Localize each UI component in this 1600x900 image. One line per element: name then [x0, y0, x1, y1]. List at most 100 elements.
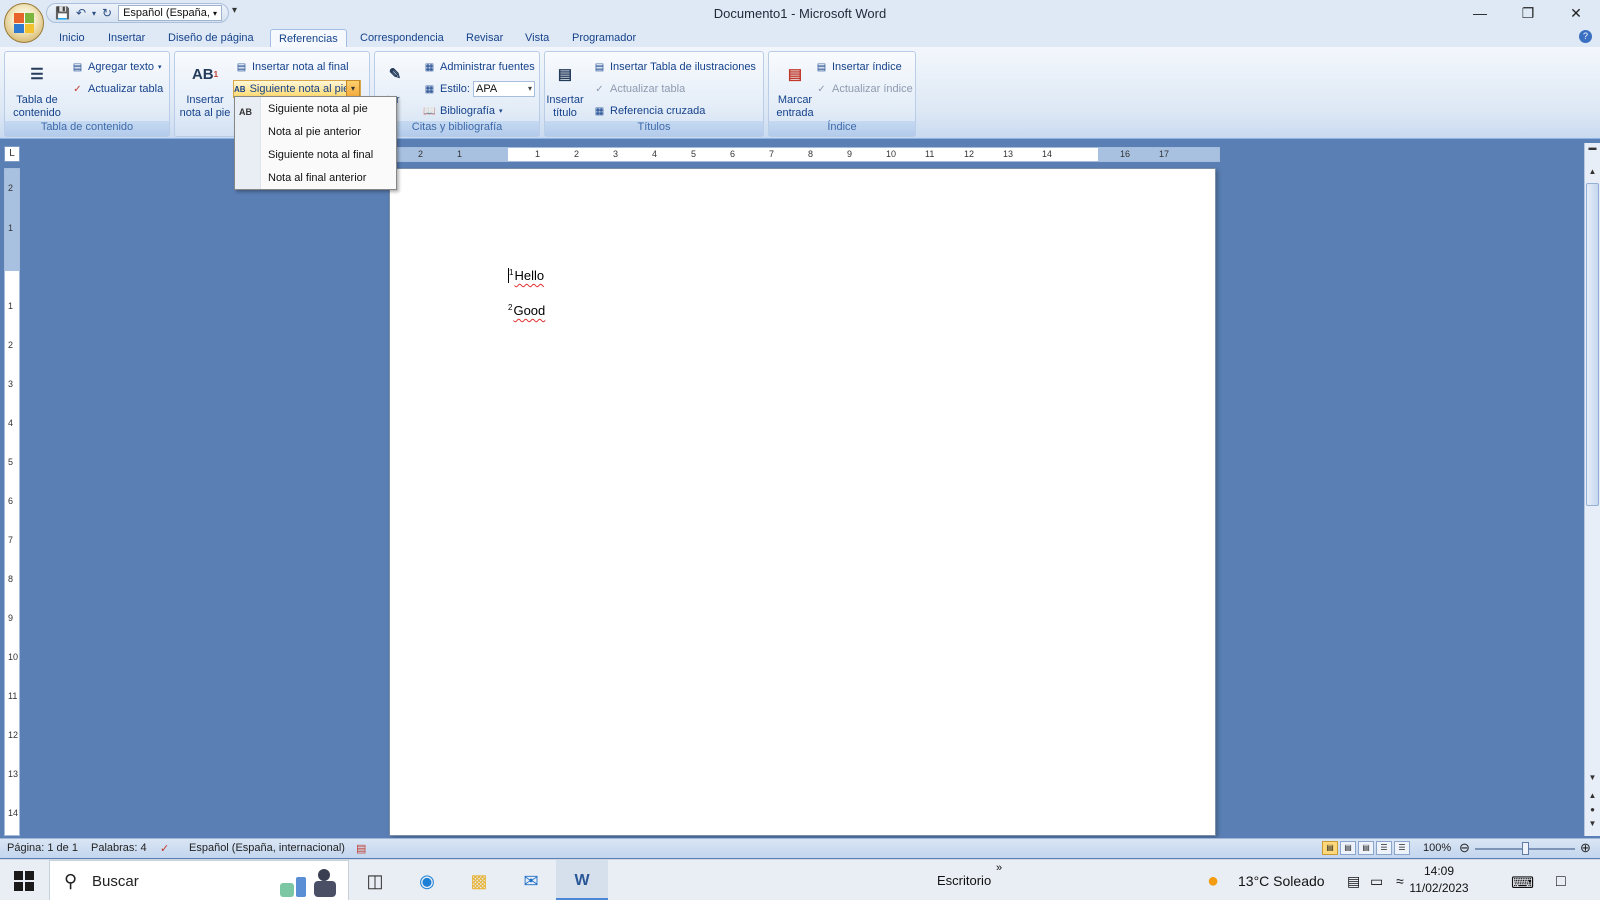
tab-revisar[interactable]: Revisar: [458, 29, 511, 48]
macro-record-icon[interactable]: ▤: [356, 842, 366, 855]
zoom-in-icon[interactable]: ⊕: [1580, 840, 1591, 856]
insert-caption-button[interactable]: ▤ Insertar título: [535, 58, 595, 120]
file-explorer-icon[interactable]: ▩: [466, 868, 492, 894]
mail-icon[interactable]: ✉: [518, 868, 544, 894]
full-screen-reading-view-icon[interactable]: ▤: [1340, 841, 1356, 855]
language-select-value: Español (España,: [123, 7, 210, 19]
language-select[interactable]: Español (España, ▾: [118, 5, 223, 21]
tab-programador[interactable]: Programador: [564, 29, 644, 48]
vertical-ruler[interactable]: 2 1 1 2 3 4 5 6 7 8 9 10 11 12 13 14: [4, 168, 20, 836]
ruler-tick-label: 12: [8, 730, 19, 740]
document-line-2[interactable]: 2Good: [508, 303, 545, 318]
insert-endnote-button[interactable]: ▤ Insertar nota al final: [235, 58, 349, 76]
word-count[interactable]: Palabras: 4: [91, 842, 147, 854]
scroll-split-icon[interactable]: ▬: [1585, 143, 1600, 157]
update-figures-table-button[interactable]: ✓ Actualizar tabla: [593, 80, 685, 98]
battery-tray-icon[interactable]: ▭: [1370, 873, 1383, 890]
horizontal-ruler[interactable]: 2 1 1 2 3 4 5 6 7 8 9 10 11 12 13 14 16 17: [390, 147, 1220, 162]
ruler-tick-label: 2: [8, 340, 14, 350]
group-captions: ▤ Insertar título ▤ Insertar Tabla de il…: [544, 51, 764, 137]
zoom-out-icon[interactable]: ⊖: [1459, 840, 1470, 856]
previous-page-icon[interactable]: ▲: [1585, 791, 1600, 805]
restore-button[interactable]: ❐: [1504, 0, 1552, 26]
next-page-icon[interactable]: ▼: [1585, 819, 1600, 833]
browse-object-icon[interactable]: ●: [1585, 805, 1600, 819]
clock-date: 11/02/2023: [1409, 881, 1469, 895]
task-view-icon[interactable]: ◫: [362, 868, 388, 894]
language-status[interactable]: Español (España, internacional): [189, 842, 345, 854]
outline-view-icon[interactable]: ☰: [1376, 841, 1392, 855]
next-footnote-label: Siguiente nota al pie: [249, 83, 350, 95]
office-logo-icon: [14, 13, 34, 33]
proofing-icon[interactable]: ✓: [160, 842, 169, 855]
notifications-icon[interactable]: □: [1556, 873, 1566, 891]
draft-view-icon[interactable]: ☰: [1394, 841, 1410, 855]
group-label-index: Índice: [769, 121, 915, 136]
keyboard-tray-icon[interactable]: ⌨: [1511, 873, 1534, 893]
web-layout-view-icon[interactable]: ▤: [1358, 841, 1374, 855]
zoom-slider-knob[interactable]: [1522, 842, 1529, 855]
mark-entry-label-2: entrada: [776, 107, 814, 119]
update-index-button[interactable]: ✓ Actualizar índice: [815, 80, 912, 98]
tab-selector[interactable]: L: [4, 146, 20, 162]
scroll-up-icon[interactable]: ▲: [1585, 167, 1600, 181]
network-tray-icon[interactable]: ▤: [1347, 873, 1360, 890]
style-select[interactable]: APA ▾: [473, 81, 535, 97]
vertical-scrollbar[interactable]: ▬ ▲ ▼ ▲ ● ▼: [1584, 143, 1600, 836]
manage-sources-button[interactable]: ▦ Administrar fuentes: [423, 58, 535, 76]
tab-diseno-pagina[interactable]: Diseño de página: [160, 29, 262, 48]
table-of-figures-icon: ▤: [594, 61, 605, 73]
insert-footnote-label-2: nota al pie: [179, 107, 231, 119]
help-icon[interactable]: ?: [1579, 30, 1592, 43]
desktop-toolbar-label[interactable]: Escritorio: [937, 873, 991, 888]
document-line-1[interactable]: 1Hello: [508, 268, 544, 283]
tab-insertar[interactable]: Insertar: [100, 29, 153, 48]
office-button[interactable]: [4, 3, 44, 43]
customize-qat-icon[interactable]: ▾: [232, 5, 237, 16]
undo-dropdown-icon[interactable]: ▾: [92, 9, 96, 18]
menu-item-next-footnote[interactable]: AB Siguiente nota al pie: [235, 98, 396, 120]
toolbar-overflow-icon[interactable]: »: [996, 862, 1002, 874]
ruler-tick-label: 4: [8, 418, 14, 428]
group-label-captions: Títulos: [545, 121, 763, 136]
tab-referencias[interactable]: Referencias: [270, 29, 347, 48]
table-of-contents-button[interactable]: ☰ Tabla de contenido: [7, 58, 67, 120]
page-count[interactable]: Página: 1 de 1: [7, 842, 78, 854]
undo-icon[interactable]: ↶: [76, 6, 86, 20]
ruler-tick-label: 13: [1003, 149, 1014, 159]
tab-vista[interactable]: Vista: [517, 29, 557, 48]
menu-item-previous-footnote-label: Nota al pie anterior: [268, 126, 361, 138]
menu-item-previous-footnote[interactable]: Nota al pie anterior: [235, 121, 396, 143]
edge-browser-icon[interactable]: ◉: [414, 868, 440, 894]
word-taskbar-button[interactable]: W: [556, 860, 608, 900]
document-page[interactable]: 1Hello 2Good: [389, 168, 1216, 836]
system-clock[interactable]: 14:09 11/02/2023: [1405, 863, 1473, 897]
update-toc-button[interactable]: ✓ Actualizar tabla: [71, 80, 163, 98]
menu-item-previous-endnote[interactable]: Nota al final anterior: [235, 167, 396, 189]
close-button[interactable]: ✕: [1552, 0, 1600, 26]
cross-reference-button[interactable]: ▦ Referencia cruzada: [593, 102, 706, 120]
taskbar-search[interactable]: ⚲ Buscar: [49, 860, 349, 900]
save-icon[interactable]: 💾: [55, 6, 70, 20]
print-layout-view-icon[interactable]: ▤: [1322, 841, 1338, 855]
minimize-button[interactable]: —: [1456, 0, 1504, 26]
tab-correspondencia[interactable]: Correspondencia: [352, 29, 452, 48]
scroll-thumb[interactable]: [1586, 183, 1599, 506]
update-index-icon: ✓: [817, 83, 826, 95]
view-buttons: ▤ ▤ ▤ ☰ ☰: [1322, 841, 1410, 855]
insert-footnote-button[interactable]: AB 1 Insertar nota al pie: [175, 58, 235, 120]
insert-table-of-figures-button[interactable]: ▤ Insertar Tabla de ilustraciones: [593, 58, 756, 76]
windows-start-icon[interactable]: [14, 871, 34, 891]
bibliography-button[interactable]: 📖 Bibliografía ▾: [423, 102, 502, 120]
wifi-tray-icon[interactable]: ≈: [1396, 873, 1404, 889]
tab-inicio[interactable]: Inicio: [51, 29, 93, 48]
weather-text[interactable]: 13°C Soleado: [1238, 873, 1325, 889]
insert-index-button[interactable]: ▤ Insertar índice: [815, 58, 902, 76]
ruler-tick-label: 11: [8, 691, 18, 701]
redo-icon[interactable]: ↻: [102, 6, 112, 20]
weather-sun-icon[interactable]: ●: [1207, 870, 1219, 893]
add-text-button[interactable]: ▤ Agregar texto ▾: [71, 58, 162, 76]
zoom-level[interactable]: 100%: [1423, 842, 1451, 854]
scroll-down-icon[interactable]: ▼: [1585, 773, 1600, 787]
menu-item-next-endnote[interactable]: Siguiente nota al final: [235, 144, 396, 166]
